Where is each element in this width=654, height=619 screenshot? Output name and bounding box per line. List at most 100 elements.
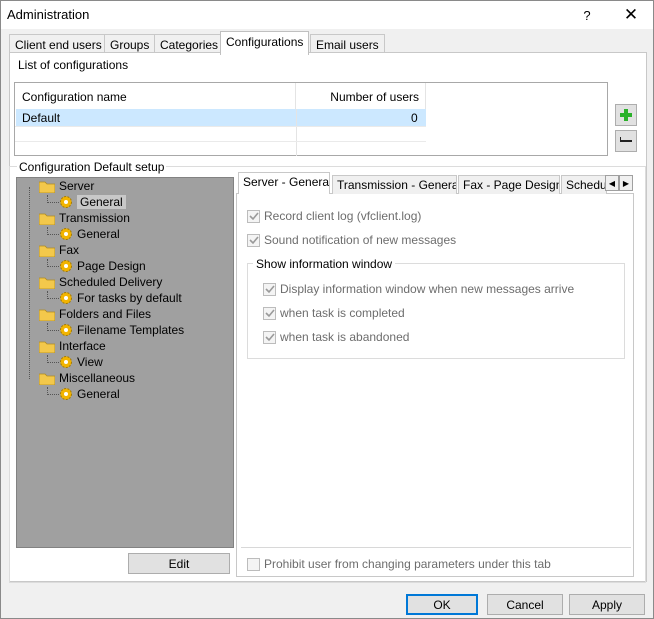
chevron-right-icon: ▶ [622, 178, 630, 188]
checkbox-label: Sound notification of new messages [264, 233, 457, 247]
tree-node-fax-page-design[interactable]: Page Design [59, 258, 146, 274]
row-default-users: 0 [411, 111, 418, 125]
inner-tab-scheduled[interactable]: Schedu [561, 175, 607, 194]
check-icon [248, 236, 259, 245]
gear-icon [60, 292, 72, 304]
tree-node-scheduled-delivery[interactable]: Scheduled Delivery [39, 274, 162, 290]
tree-node-interface-view[interactable]: View [59, 354, 103, 370]
inner-tab-fax-page-design[interactable]: Fax - Page Design [458, 175, 560, 194]
add-configuration-button[interactable] [615, 104, 637, 126]
checkbox-label: Display information window when new mess… [280, 282, 575, 296]
administration-window: Administration ? ✕ Client end users Grou… [0, 0, 654, 619]
close-button[interactable]: ✕ [609, 1, 653, 29]
tree-node-fax[interactable]: Fax [39, 242, 79, 258]
checkbox-box [263, 282, 276, 296]
tree-connector [47, 202, 59, 203]
plus-icon [620, 109, 632, 121]
tab-scroll-left-button[interactable]: ◀ [605, 175, 619, 191]
folder-icon [39, 309, 55, 321]
tree-node-label: Scheduled Delivery [59, 275, 163, 289]
tree-node-label: Server [59, 179, 95, 193]
tree-connector [47, 266, 59, 267]
cancel-button[interactable]: Cancel [487, 594, 563, 615]
column-header-configuration-name[interactable]: Configuration name [15, 83, 296, 109]
folder-icon [39, 277, 55, 289]
checkbox-box [247, 557, 260, 571]
configurations-table[interactable]: Configuration name Number of users Defau… [14, 82, 608, 156]
tree-connector [47, 362, 59, 363]
tab-configurations[interactable]: Configurations [220, 31, 310, 55]
tree-node-label: Fax [59, 243, 80, 257]
gear-icon [60, 388, 72, 400]
minus-icon [620, 137, 632, 142]
gear-icon [60, 228, 72, 240]
tree-node-server[interactable]: Server [39, 178, 94, 194]
apply-button[interactable]: Apply [569, 594, 645, 615]
gear-icon [60, 260, 72, 272]
remove-configuration-button[interactable] [615, 130, 637, 152]
tree-node-server-general[interactable]: General [59, 194, 126, 210]
checkbox-label: when task is completed [280, 306, 405, 320]
task-completed-checkbox[interactable]: when task is completed [263, 306, 405, 320]
checkbox-label: Record client log (vfclient.log) [264, 209, 422, 223]
tree-node-miscellaneous-general[interactable]: General [59, 386, 120, 402]
gear-icon [60, 324, 72, 336]
record-log-checkbox[interactable]: Record client log (vfclient.log) [247, 209, 421, 223]
inner-tab-server-general[interactable]: Server - General [238, 172, 330, 194]
list-of-configurations-label: List of configurations [18, 58, 129, 72]
display-window-checkbox[interactable]: Display information window when new mess… [263, 282, 574, 296]
check-icon [248, 212, 259, 221]
title-bar: Administration ? ✕ [1, 1, 653, 29]
tab-email-users[interactable]: Email users [310, 34, 385, 54]
folder-icon [39, 213, 55, 225]
gear-icon [60, 196, 72, 208]
sound-notification-checkbox[interactable]: Sound notification of new messages [247, 233, 456, 247]
tab-client-end-users[interactable]: Client end users [9, 34, 108, 54]
tree-node-folders-and-files[interactable]: Folders and Files [39, 306, 151, 322]
ok-button[interactable]: OK [406, 594, 478, 615]
prohibit-changes-checkbox[interactable]: Prohibit user from changing parameters u… [247, 557, 551, 571]
show-information-window-label: Show information window [253, 257, 396, 271]
tree-node-transmission-general[interactable]: General [59, 226, 120, 242]
tab-groups[interactable]: Groups [104, 34, 156, 54]
help-button[interactable]: ? [565, 1, 609, 29]
edit-button[interactable]: Edit [128, 553, 230, 574]
checkbox-label: Prohibit user from changing parameters u… [264, 557, 551, 571]
tree-node-label: Folders and Files [59, 307, 152, 321]
tree-node-filename-templates[interactable]: Filename Templates [59, 322, 184, 338]
tree-node-label: View [77, 355, 103, 369]
folder-icon [39, 245, 55, 257]
tree-node-interface[interactable]: Interface [39, 338, 106, 354]
inner-tab-transmission-general[interactable]: Transmission - General [332, 175, 457, 194]
check-icon [264, 285, 275, 294]
folder-icon [39, 181, 55, 193]
tree-node-label: General [77, 387, 120, 401]
checkbox-box [247, 209, 260, 223]
options-separator [241, 547, 631, 548]
tree-node-for-tasks-by-default[interactable]: For tasks by default [59, 290, 182, 306]
gear-icon [60, 356, 72, 368]
tree-node-label: Miscellaneous [59, 371, 136, 385]
tree-node-miscellaneous[interactable]: Miscellaneous [39, 370, 135, 386]
tree-connector [29, 187, 30, 379]
inner-tab-panel [236, 193, 634, 577]
settings-tree[interactable] [16, 177, 234, 548]
checkbox-box [263, 306, 276, 320]
checkbox-box [263, 330, 276, 344]
tab-scroll-right-button[interactable]: ▶ [619, 175, 633, 191]
tab-categories[interactable]: Categories [154, 34, 225, 54]
task-abandoned-checkbox[interactable]: when task is abandoned [263, 330, 409, 344]
row-divider [15, 126, 426, 127]
tree-connector [47, 298, 59, 299]
check-icon [264, 333, 275, 342]
table-row-selected[interactable] [16, 109, 426, 126]
tree-node-transmission[interactable]: Transmission [39, 210, 130, 226]
configuration-setup-label: Configuration Default setup [17, 160, 167, 174]
tree-connector [47, 330, 59, 331]
column-header-number-of-users[interactable]: Number of users [296, 83, 426, 109]
tree-node-label: Page Design [77, 259, 146, 273]
folder-icon [39, 341, 55, 353]
tree-connector [47, 394, 59, 395]
row-default-name[interactable]: Default [22, 111, 60, 125]
row-divider [15, 141, 426, 142]
